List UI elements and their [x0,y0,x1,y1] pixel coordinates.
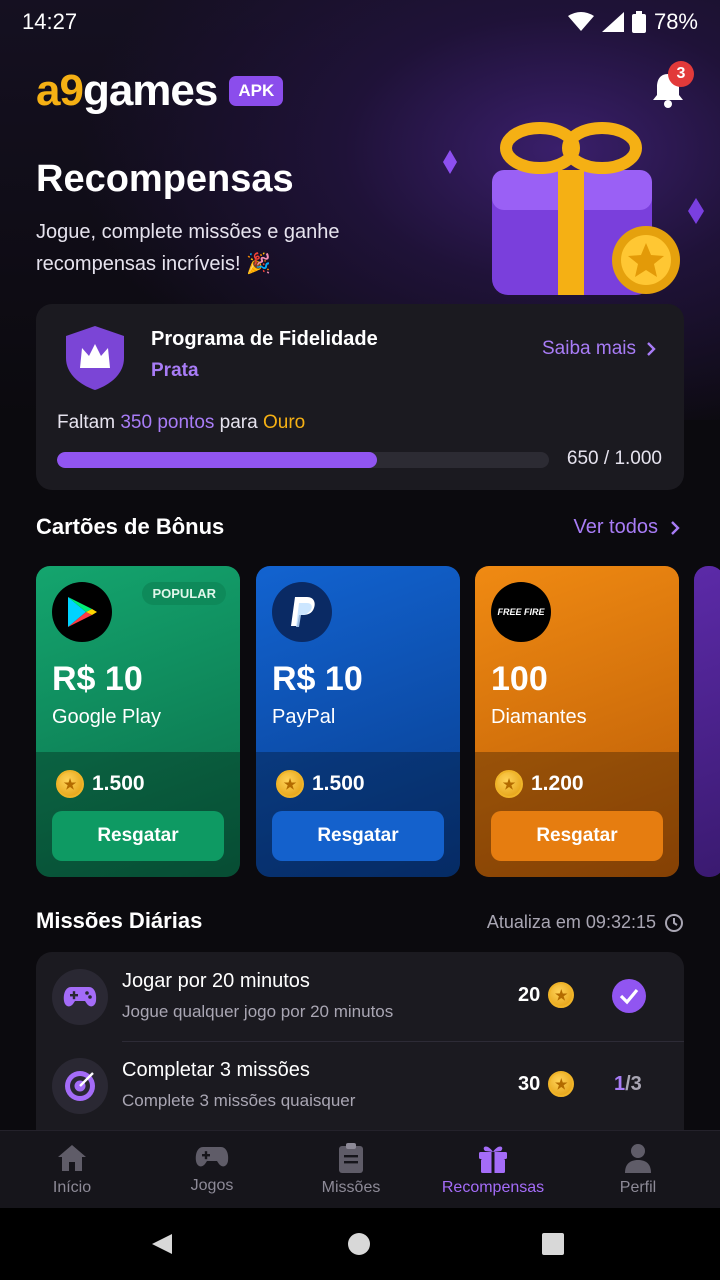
clipboard-icon [339,1143,363,1173]
popular-badge: POPULAR [142,582,226,605]
back-icon[interactable] [150,1232,174,1256]
paypal-logo-icon [272,582,332,642]
mission-progress: 1/3 [614,1073,642,1095]
mission-title: Jogar por 20 minutos [122,970,310,992]
crown-shield-icon [66,326,124,390]
mission-row[interactable]: Jogar por 20 minutos Jogue qualquer jogo… [36,952,684,1042]
free-fire-logo-icon: FREE FIRE [491,582,551,642]
card-amount: R$ 10 [52,660,143,698]
loyalty-progress-fill [57,452,377,468]
card-cost: ★ 1.500 [56,770,145,798]
card-cost: ★ 1.200 [495,770,584,798]
app-logo: a9games APK [36,66,284,116]
coin-icon: ★ [548,1071,575,1097]
ver-todos-link[interactable]: Ver todos [573,516,680,539]
gift-icon [479,1146,507,1173]
bonus-card-free-fire[interactable]: FREE FIRE 100 Diamantes ★ 1.200 Resgatar [475,566,679,877]
bonus-card-partial[interactable] [694,566,720,877]
card-cost: ★ 1.500 [276,770,365,798]
user-icon [625,1144,651,1173]
apk-badge: APK [229,76,284,106]
mission-description: Jogue qualquer jogo por 20 minutos [122,1002,394,1021]
system-navigation-bar [0,1208,720,1280]
coin-icon: ★ [276,770,304,798]
gamepad-icon [52,969,108,1025]
card-name: Google Play [52,706,161,728]
gift-illustration-icon [443,122,704,295]
resgatar-button[interactable]: Resgatar [272,811,444,861]
nav-item-perfil[interactable]: Perfil [568,1143,708,1197]
home-circle-icon[interactable] [347,1232,371,1256]
card-amount: R$ 10 [272,660,363,698]
daily-missions-list: Jogar por 20 minutos Jogue qualquer jogo… [36,952,684,1130]
loyalty-title: Programa de Fidelidade [151,328,378,350]
resgatar-button[interactable]: Resgatar [491,811,663,861]
clock-icon [665,913,683,932]
mission-title: Completar 3 missões [122,1059,310,1081]
points-remaining-text: Faltam 350 pontos para Ouro [57,412,306,433]
card-amount: 100 [491,660,548,698]
logo-wordmark: a9games [36,66,218,115]
checkmark-icon [612,979,646,1013]
coin-icon: ★ [56,770,84,798]
status-time: 14:27 [22,9,78,34]
home-icon [58,1145,86,1171]
page-title: Recompensas [36,158,294,200]
nav-item-inicio[interactable]: Início [2,1143,142,1197]
chevron-right-icon [647,342,656,356]
signal-icon [601,12,624,32]
coin-icon: ★ [495,770,523,798]
coin-icon: ★ [548,982,575,1008]
mission-row[interactable]: Completar 3 missões Complete 3 missões q… [36,1041,684,1130]
chevron-right-icon [671,520,680,535]
nav-item-jogos[interactable]: Jogos [142,1143,282,1195]
loyalty-tier: Prata [151,360,199,381]
gamepad-icon [195,1147,229,1167]
bonus-card-paypal[interactable]: R$ 10 PayPal ★ 1.500 Resgatar [256,566,460,877]
saiba-mais-link[interactable]: Saiba mais [542,338,656,360]
page-subtitle: Jogue, complete missões e ganhe recompen… [36,221,340,275]
status-bar: 14:27 78% [0,0,720,44]
nav-item-missoes[interactable]: Missões [281,1143,421,1197]
loyalty-progress-label: 650 / 1.000 [566,448,662,469]
recents-icon[interactable] [541,1232,565,1256]
mission-points: 20 ★ [518,982,575,1008]
bonus-section-title: Cartões de Bônus [36,514,225,539]
ver-todos-label: Ver todos [573,516,658,538]
missions-update-timer: Atualiza em 09:32:15 [487,912,684,933]
target-icon [52,1058,108,1114]
bottom-navigation: Início Jogos Missões Recompensas Perfil [0,1130,720,1208]
saiba-mais-label: Saiba mais [542,338,636,359]
mission-points: 30 ★ [518,1071,575,1097]
notification-count-badge: 3 [668,61,694,87]
loyalty-progress-bar [57,452,549,468]
card-name: Diamantes [491,706,587,728]
wifi-icon [567,12,594,31]
battery-level: 78% [653,9,698,34]
nav-item-recompensas[interactable]: Recompensas [423,1143,563,1197]
card-name: PayPal [272,706,336,728]
mission-description: Complete 3 missões quaisquer [122,1091,356,1110]
bonus-card-google-play[interactable]: POPULAR R$ 10 Google Play ★ 1.500 Resgata… [36,566,240,877]
loyalty-program-card: Programa de Fidelidade Prata Saiba mais … [36,304,684,490]
missions-section-title: Missões Diárias [36,908,203,933]
resgatar-button[interactable]: Resgatar [52,811,224,861]
battery-icon [631,11,646,33]
google-play-logo-icon [52,582,112,642]
